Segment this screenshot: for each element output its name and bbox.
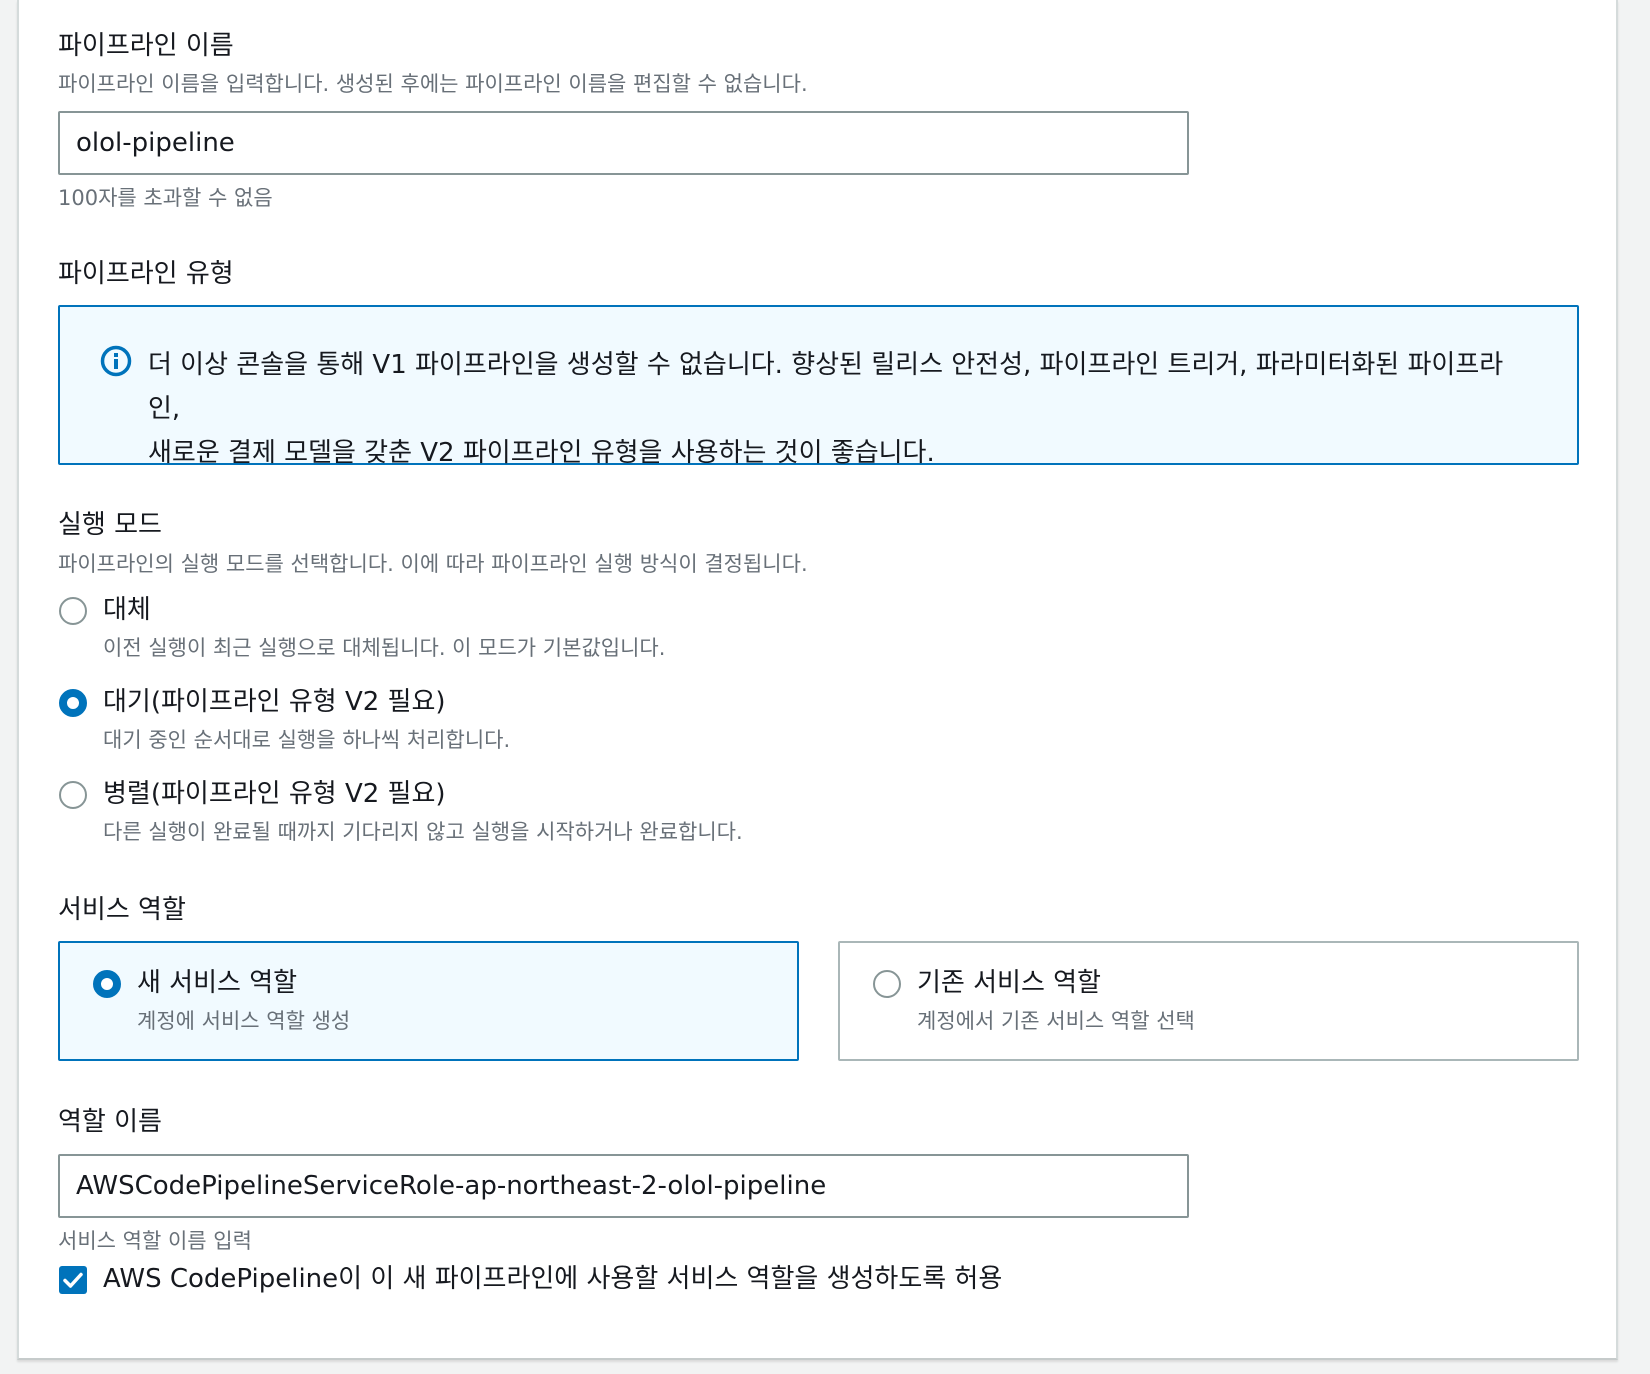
alert-message: 더 이상 콘솔을 통해 V1 파이프라인을 생성할 수 없습니다. 향상된 릴리… [148, 343, 1528, 475]
existing-service-role-description: 계정에서 기존 서비스 역할 선택 [917, 1009, 1195, 1033]
role-name-label: 역할 이름 [58, 1107, 162, 1137]
pipeline-name-constraint: 100자를 초과할 수 없음 [58, 186, 273, 210]
radio-queued[interactable] [59, 689, 87, 717]
checkmark-icon [63, 1272, 83, 1288]
existing-service-role-title: 기존 서비스 역할 [917, 968, 1101, 998]
service-role-new-card[interactable]: 새 서비스 역할 계정에 서비스 역할 생성 [58, 941, 799, 1061]
info-icon [100, 345, 132, 377]
radio-existing-service-role[interactable] [873, 970, 901, 998]
pipeline-name-description: 파이프라인 이름을 입력합니다. 생성된 후에는 파이프라인 이름을 편집할 수… [58, 72, 808, 96]
radio-superseded-label[interactable]: 대체 [103, 594, 151, 626]
new-service-role-title: 새 서비스 역할 [137, 968, 298, 998]
new-service-role-description: 계정에 서비스 역할 생성 [137, 1009, 351, 1033]
role-name-input[interactable]: AWSCodePipelineServiceRole-ap-northeast-… [58, 1154, 1189, 1218]
service-role-existing-card[interactable]: 기존 서비스 역할 계정에서 기존 서비스 역할 선택 [838, 941, 1579, 1061]
radio-queued-label[interactable]: 대기(파이프라인 유형 V2 필요) [103, 686, 446, 718]
alert-message-line-1: 더 이상 콘솔을 통해 V1 파이프라인을 생성할 수 없습니다. 향상된 릴리… [148, 350, 1504, 424]
radio-parallel-description: 다른 실행이 완료될 때까지 기다리지 않고 실행을 시작하거나 완료합니다. [103, 820, 743, 844]
radio-parallel[interactable] [59, 781, 87, 809]
service-role-label: 서비스 역할 [58, 895, 186, 925]
radio-superseded[interactable] [59, 597, 87, 625]
allow-create-role-label[interactable]: AWS CodePipeline이 이 새 파이프라인에 사용할 서비스 역할을… [103, 1263, 1002, 1295]
execution-mode-label: 실행 모드 [58, 510, 162, 540]
alert-message-line-2: 새로운 결제 모델을 갖춘 V2 파이프라인 유형을 사용하는 것이 좋습니다. [148, 438, 935, 468]
pipeline-type-label: 파이프라인 유형 [58, 259, 234, 289]
radio-parallel-label[interactable]: 병렬(파이프라인 유형 V2 필요) [103, 778, 446, 810]
role-name-hint: 서비스 역할 이름 입력 [58, 1229, 252, 1253]
radio-new-service-role[interactable] [93, 970, 121, 998]
radio-queued-description: 대기 중인 순서대로 실행을 하나씩 처리합니다. [103, 728, 511, 752]
allow-create-role-checkbox[interactable] [59, 1266, 87, 1294]
pipeline-settings-panel: 파이프라인 이름 파이프라인 이름을 입력합니다. 생성된 후에는 파이프라인 … [17, 0, 1618, 1360]
execution-mode-description: 파이프라인의 실행 모드를 선택합니다. 이에 따라 파이프라인 실행 방식이 … [58, 552, 808, 576]
radio-superseded-description: 이전 실행이 최근 실행으로 대체됩니다. 이 모드가 기본값입니다. [103, 636, 666, 660]
pipeline-name-label: 파이프라인 이름 [58, 31, 234, 61]
v1-deprecation-alert: 더 이상 콘솔을 통해 V1 파이프라인을 생성할 수 없습니다. 향상된 릴리… [58, 305, 1579, 468]
pipeline-name-input[interactable]: olol-pipeline [58, 111, 1189, 175]
